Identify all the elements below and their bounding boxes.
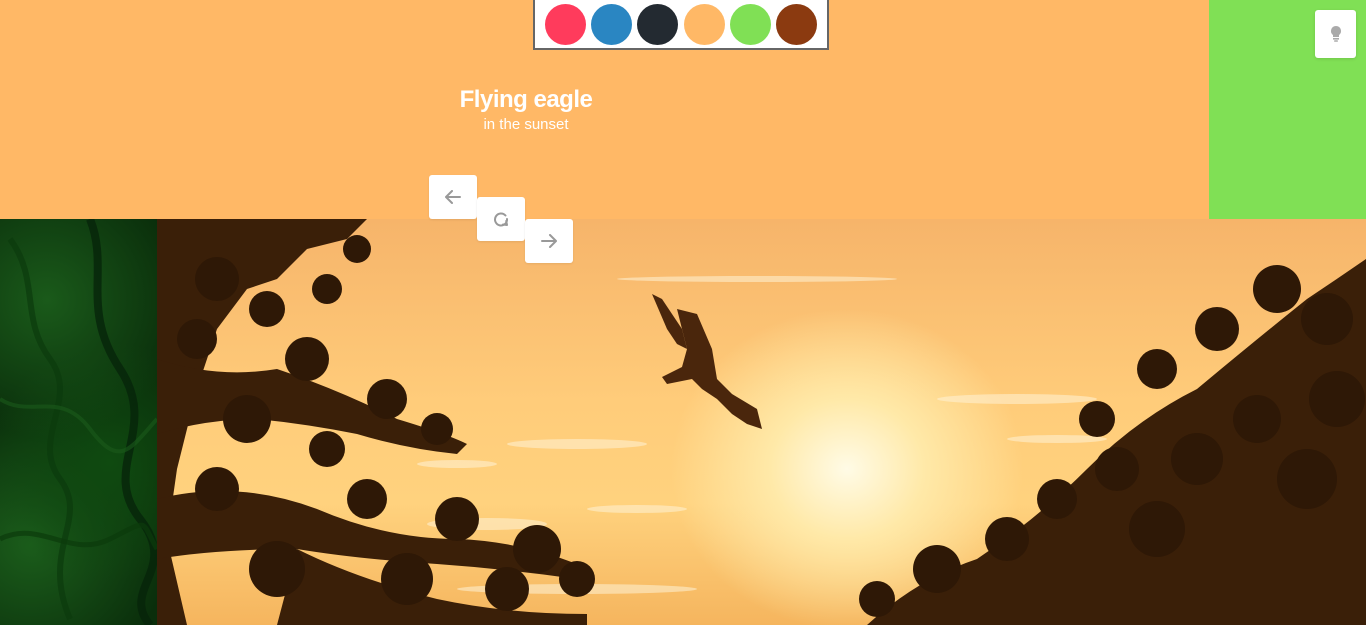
slide-subtitle: in the sunset [483,116,569,133]
color-palette [533,0,829,50]
swatch-green[interactable] [729,3,771,45]
slide-title: Flying eagle [459,86,593,113]
swatch-orange[interactable] [683,3,725,45]
slide-caption: Flying eagle in the sunset [440,85,612,134]
hint-button[interactable] [1315,10,1356,58]
swatch-blue[interactable] [591,3,633,45]
swatch-red[interactable] [545,3,586,45]
prev-button[interactable] [429,175,477,219]
swatch-brown[interactable] [775,3,817,45]
swatch-dark[interactable] [637,3,679,45]
texture-panel [0,219,157,625]
lightbulb-icon [1330,26,1341,42]
arrow-right-icon [541,234,557,248]
slide-photo [157,219,1366,625]
next-button[interactable] [525,219,573,263]
reload-icon [494,212,508,227]
arrow-left-icon [445,190,461,204]
reload-button[interactable] [477,197,525,241]
